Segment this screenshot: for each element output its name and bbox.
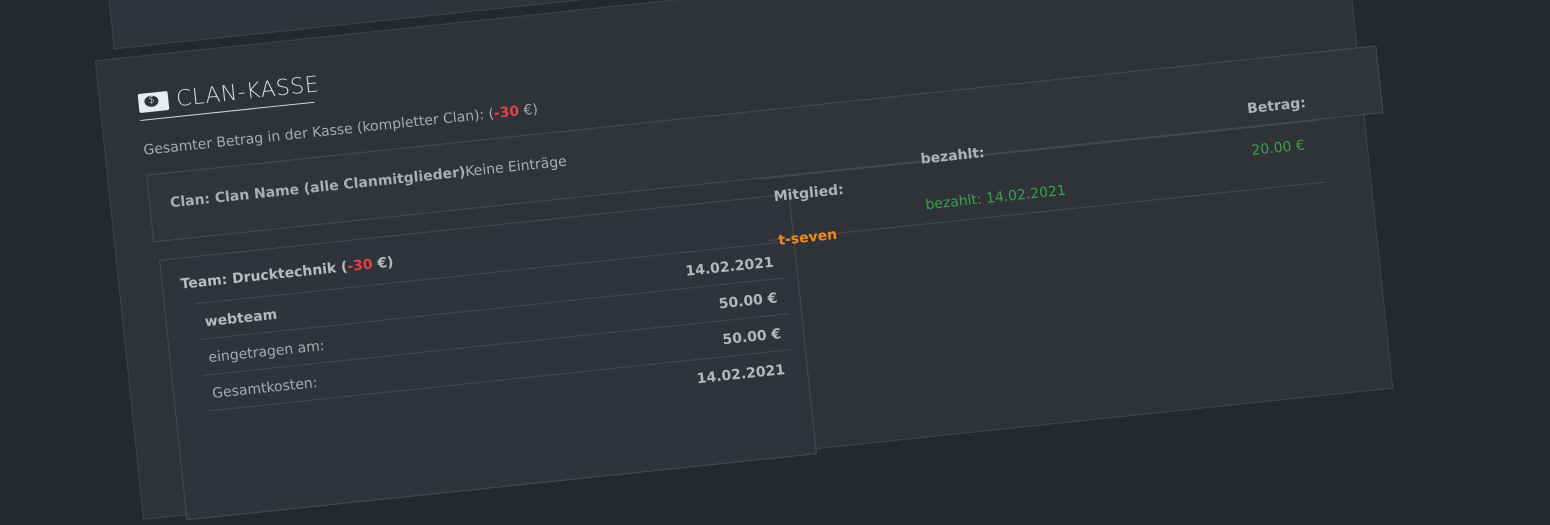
stage: CLAN-KASSE Gesamter Betrag in der Kasse … xyxy=(94,0,1550,521)
money-bill-icon xyxy=(137,90,170,114)
payment-amount: 20.00 € xyxy=(1250,137,1306,159)
team-row-left: Gesamtkosten: xyxy=(211,374,319,402)
team-row-right: 14.02.2021 xyxy=(684,254,775,280)
team-box: Team: Drucktechnik (-30 €) webteam 14.02… xyxy=(159,193,817,521)
clan-label: Clan: Clan Name (alle Clanmitglieder)Kei… xyxy=(169,154,567,212)
member-name[interactable]: t-seven xyxy=(778,227,838,249)
clan-name: Clan: Clan Name (alle Clanmitglieder) xyxy=(169,164,467,212)
total-suffix: €) xyxy=(518,101,539,120)
total-value: -30 xyxy=(493,103,521,122)
title-wrap: CLAN-KASSE xyxy=(137,72,321,121)
team-label-prefix: Team: Drucktechnik ( xyxy=(179,259,349,293)
clan-kasse-panel: CLAN-KASSE Gesamter Betrag in der Kasse … xyxy=(94,0,1394,521)
payment-status: bezahlt: 14.02.2021 xyxy=(924,182,1067,214)
team-row-left: webteam xyxy=(203,306,278,331)
team-row-left: eingetragen am: xyxy=(207,338,326,367)
team-row-right: 50.00 € xyxy=(718,290,779,313)
team-row-right: 50.00 € xyxy=(721,326,783,349)
clan-empty: Keine Einträge xyxy=(464,153,568,181)
amount-header: Betrag: xyxy=(1246,95,1307,118)
title-text: CLAN-KASSE xyxy=(175,72,321,113)
page-title: CLAN-KASSE xyxy=(137,72,320,116)
team-label-suffix: €) xyxy=(371,254,395,273)
team-row-right: 14.02.2021 xyxy=(696,362,786,388)
team-amount: -30 xyxy=(346,256,374,276)
